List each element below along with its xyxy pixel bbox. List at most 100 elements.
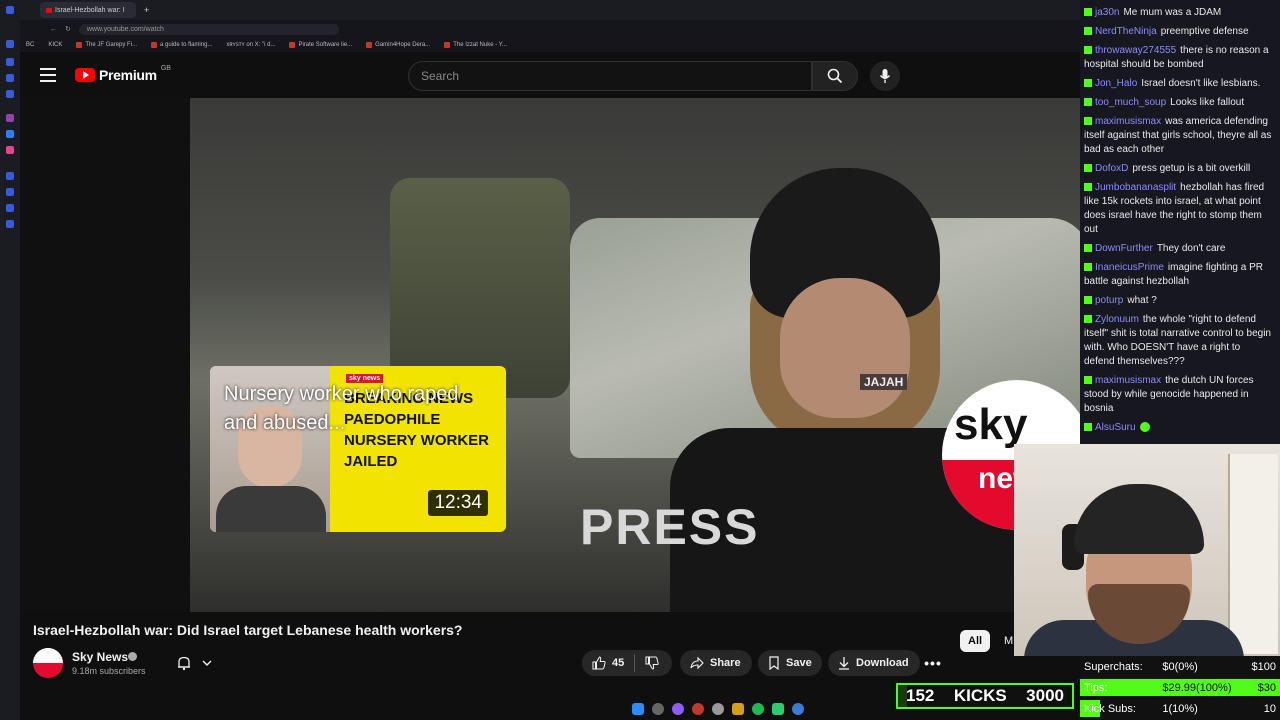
- bookmarks-bar: BC KICK The JF Garepy Fi... a guide to f…: [20, 38, 1080, 52]
- back-icon[interactable]: ←: [50, 26, 57, 33]
- chat-username[interactable]: ja30n: [1095, 7, 1119, 18]
- chat-username[interactable]: throwaway274555: [1095, 45, 1176, 56]
- bookmark-item[interactable]: BC: [26, 42, 34, 48]
- chat-username[interactable]: DownFurther: [1095, 243, 1153, 254]
- new-tab-icon[interactable]: +: [144, 5, 149, 15]
- spotify-icon[interactable]: [752, 703, 764, 715]
- hamburger-menu-icon[interactable]: [40, 68, 56, 82]
- press-vest-text: PRESS: [580, 499, 760, 555]
- chat-username[interactable]: Jon_Halo: [1095, 78, 1137, 89]
- twitch-icon[interactable]: [6, 114, 14, 122]
- chat-message: Jon_Halo Israel doesn't like lesbians.: [1084, 77, 1272, 91]
- youtube-header: Premium GB Search: [20, 52, 1080, 98]
- chat-username[interactable]: maximusismax: [1095, 116, 1161, 127]
- channel-name[interactable]: Sky News: [72, 650, 128, 664]
- obs-icon[interactable]: [712, 703, 724, 715]
- sidebar-app-icon[interactable]: [6, 58, 14, 66]
- like-icon[interactable]: [592, 656, 606, 670]
- bookmark-favicon-icon: [289, 42, 296, 48]
- more-actions-button[interactable]: •••: [920, 650, 946, 676]
- region-code: GB: [160, 64, 171, 72]
- kick-badge-icon: [1084, 98, 1092, 106]
- download-label: Download: [856, 657, 909, 669]
- video-title: Israel-Hezbollah war: Did Israel target …: [33, 622, 463, 638]
- streamer-webcam: [1014, 444, 1280, 656]
- bookmark-icon: [769, 656, 779, 670]
- sidebar-app-icon[interactable]: [6, 90, 14, 98]
- share-icon: [690, 656, 704, 670]
- sidebar-app-icon[interactable]: [6, 188, 14, 196]
- like-count: 45: [612, 657, 625, 669]
- search-input[interactable]: Search: [408, 61, 812, 91]
- chat-username[interactable]: NerdTheNinja: [1095, 26, 1157, 37]
- address-bar: ← ↻ www.youtube.com/watch: [20, 20, 1080, 38]
- kick-badge-icon: [1084, 376, 1092, 384]
- browser-tab[interactable]: Israel-Hezbollah war: I: [40, 2, 136, 18]
- chat-username[interactable]: too_much_soup: [1095, 97, 1166, 108]
- chat-username[interactable]: maximusismax: [1095, 375, 1161, 386]
- chat-text: press getup is a bit overkill: [1132, 163, 1251, 174]
- share-button[interactable]: Share: [680, 650, 752, 676]
- chat-username[interactable]: AlsuSuru: [1095, 422, 1136, 433]
- search-icon[interactable]: [652, 703, 664, 715]
- chat-message: maximusismax was america defending itself…: [1084, 115, 1272, 157]
- chevron-down-icon: [202, 660, 212, 666]
- download-button[interactable]: Download: [828, 650, 920, 676]
- windows-start-icon[interactable]: [632, 703, 644, 715]
- channel-avatar[interactable]: [33, 648, 63, 678]
- instagram-icon[interactable]: [6, 146, 14, 154]
- opera-icon[interactable]: [692, 703, 704, 715]
- video-player[interactable]: PRESS JAJAH sky news sky news BREAKING N…: [20, 98, 1080, 612]
- superchats-goal: Superchats: $0(0%) $100: [1084, 660, 1276, 673]
- kick-badge-icon: [1084, 263, 1092, 271]
- folder-icon[interactable]: [732, 703, 744, 715]
- support-goals: Superchats: $0(0%) $100 Tips: $29.99(100…: [1080, 656, 1280, 720]
- kicks-current: 152: [906, 686, 935, 705]
- bookmark-item[interactable]: Gamin4Hope Dera...: [366, 42, 430, 48]
- chat-username[interactable]: Zylonuum: [1095, 314, 1139, 325]
- chat-text: what ?: [1127, 295, 1157, 306]
- bookmark-item[interactable]: Pirate Software lie...: [289, 42, 352, 48]
- kick-badge-icon: [1084, 46, 1092, 54]
- sidebar-app-icon[interactable]: [6, 40, 14, 48]
- bookmark-item[interactable]: KICK: [48, 42, 62, 48]
- bookmark-item[interactable]: a guide to flaming...: [151, 42, 212, 48]
- xbox-icon[interactable]: [772, 703, 784, 715]
- reload-icon[interactable]: ↻: [65, 25, 71, 33]
- discord-icon[interactable]: [672, 703, 684, 715]
- chat-message: AlsuSuru: [1084, 421, 1272, 435]
- browser-logo-icon[interactable]: [6, 6, 14, 14]
- kick-badge-icon: [1084, 183, 1092, 191]
- dislike-icon[interactable]: [645, 656, 659, 670]
- youtube-premium-logo[interactable]: Premium GB: [75, 64, 171, 83]
- chat-text: Me mum was a JDAM: [1123, 7, 1222, 18]
- messenger-icon[interactable]: [6, 130, 14, 138]
- steam-icon[interactable]: [792, 703, 804, 715]
- bookmark-item[interactable]: The JF Garepy Fi...: [76, 42, 137, 48]
- tab-title: Israel-Hezbollah war: I: [55, 6, 125, 14]
- chat-username[interactable]: DofoxD: [1095, 163, 1128, 174]
- kicks-goal-bar: 152 KICKS 3000: [896, 683, 1074, 709]
- sidebar-app-icon[interactable]: [6, 172, 14, 180]
- chat-username[interactable]: poturp: [1095, 295, 1123, 306]
- settings-icon[interactable]: [6, 220, 14, 228]
- voice-search-button[interactable]: [870, 61, 900, 91]
- url-field[interactable]: www.youtube.com/watch: [78, 23, 339, 35]
- chat-message: DownFurther They don't care: [1084, 242, 1272, 256]
- notification-bell-button[interactable]: [168, 650, 220, 676]
- chat-message: DofoxD press getup is a bit overkill: [1084, 162, 1272, 176]
- sidebar-app-icon[interactable]: [6, 204, 14, 212]
- bookmark-item[interactable]: The Izzat Nuke - Y...: [444, 42, 507, 48]
- bookmark-item[interactable]: xʀʏsтʏ on X: "i d...: [226, 42, 275, 48]
- endscreen-video-card[interactable]: sky news BREAKING NEWS PAEDOPHILE NURSER…: [210, 366, 506, 532]
- save-button[interactable]: Save: [758, 650, 822, 676]
- chat-message: InaneicusPrime imagine fighting a PR batt…: [1084, 261, 1272, 289]
- kick-badge-icon: [1084, 423, 1092, 431]
- chat-username[interactable]: InaneicusPrime: [1095, 262, 1164, 273]
- chat-username[interactable]: Jumbobananasplit: [1095, 182, 1176, 193]
- chip-all[interactable]: All: [960, 630, 991, 652]
- chat-message: NerdTheNinja preemptive defense: [1084, 25, 1272, 39]
- browser-tabbar: Israel-Hezbollah war: I +: [20, 0, 1080, 20]
- search-button[interactable]: [812, 61, 858, 91]
- sidebar-app-icon[interactable]: [6, 74, 14, 82]
